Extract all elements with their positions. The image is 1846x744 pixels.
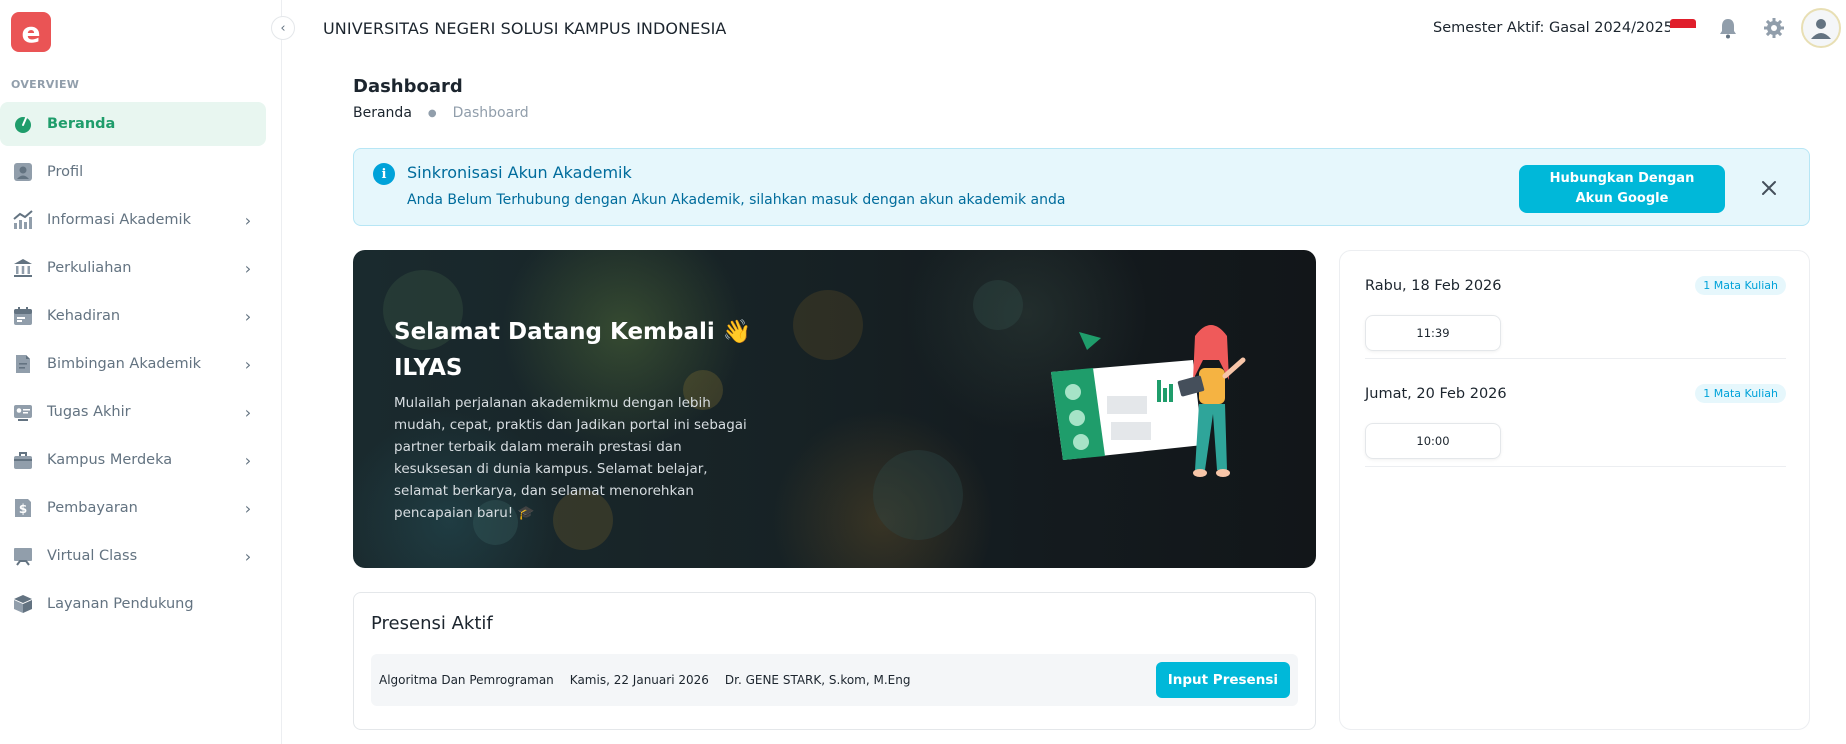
schedule-date: Rabu, 18 Feb 2026	[1365, 278, 1502, 294]
sidebar-item-pembayaran[interactable]: $ Pembayaran ›	[0, 486, 266, 530]
dashboard-icon	[11, 112, 35, 136]
logo-letter: e	[21, 15, 41, 49]
schedule-time: 11:39	[1365, 315, 1501, 351]
board-icon	[11, 544, 35, 568]
sidebar-item-label: Profil	[47, 164, 84, 180]
attendance-row: Algoritma Dan Pemrograman Kamis, 22 Janu…	[371, 654, 1298, 706]
page-title: Dashboard	[353, 76, 463, 97]
sidebar-item-label: Virtual Class	[47, 548, 138, 564]
schedule-item[interactable]: Jumat, 20 Feb 2026 1 Mata Kuliah 10:00	[1365, 359, 1786, 467]
attendance-lecturer: Dr. GENE STARK, S.kom, M.Eng	[724, 673, 911, 687]
sidebar-nav: Beranda Profil Informasi Akademik › Perk…	[0, 102, 266, 630]
user-avatar[interactable]	[1801, 8, 1841, 48]
sidebar-item-informasi-akademik[interactable]: Informasi Akademik ›	[0, 198, 266, 242]
breadcrumb-current: Dashboard	[452, 105, 529, 121]
user-icon	[1811, 19, 1831, 39]
institution-icon	[11, 256, 35, 280]
invoice-icon: $	[11, 496, 35, 520]
sidebar-collapse-button[interactable]: ‹	[271, 16, 295, 40]
sidebar-item-perkuliahan[interactable]: Perkuliahan ›	[0, 246, 266, 290]
university-name: UNIVERSITAS NEGERI SOLUSI KAMPUS INDONES…	[323, 19, 727, 38]
box-icon	[11, 592, 35, 616]
sidebar-item-label: Bimbingan Akademik	[47, 356, 202, 372]
breadcrumb-separator: ●	[427, 107, 437, 119]
alert-title: Sinkronisasi Akun Akademik	[407, 163, 632, 182]
chevron-right-icon: ›	[244, 546, 252, 566]
attendance-date: Kamis, 22 Januari 2026	[569, 673, 709, 687]
chevron-right-icon: ›	[244, 402, 252, 422]
chevron-right-icon: ›	[244, 258, 252, 278]
chevron-left-icon: ‹	[280, 20, 286, 36]
attendance-title: Presensi Aktif	[371, 613, 493, 634]
sidebar-item-label: Pembayaran	[47, 500, 138, 516]
nav-section-label: OVERVIEW	[11, 78, 80, 91]
sidebar-item-label: Kampus Merdeka	[47, 452, 173, 468]
sidebar-item-tugas-akhir[interactable]: Tugas Akhir ›	[0, 390, 266, 434]
calendar-icon	[11, 304, 35, 328]
alert-close-button[interactable]	[1757, 176, 1781, 200]
active-semester: Semester Aktif: Gasal 2024/2025	[1433, 20, 1673, 36]
alert-description: Anda Belum Terhubung dengan Akun Akademi…	[407, 192, 1066, 208]
student-illustration	[1051, 325, 1246, 477]
sidebar-item-layanan-pendukung[interactable]: Layanan Pendukung	[0, 582, 266, 626]
course-count-badge: 1 Mata Kuliah	[1695, 276, 1786, 295]
close-icon	[1762, 181, 1776, 195]
connect-google-button[interactable]: Hubungkan Dengan Akun Google	[1519, 165, 1725, 213]
sidebar-item-bimbingan-akademik[interactable]: Bimbingan Akademik ›	[0, 342, 266, 386]
welcome-banner: Selamat Datang Kembali 👋 ILYAS Mulailah …	[353, 250, 1316, 568]
sidebar-item-kampus-merdeka[interactable]: Kampus Merdeka ›	[0, 438, 266, 482]
chevron-right-icon: ›	[244, 498, 252, 518]
sync-account-alert: i Sinkronisasi Akun Akademik Anda Belum …	[353, 148, 1810, 226]
id-card-icon	[11, 400, 35, 424]
sidebar-item-kehadiran[interactable]: Kehadiran ›	[0, 294, 266, 338]
chevron-right-icon: ›	[244, 210, 252, 230]
sidebar: e OVERVIEW Beranda Profil Informasi Akad…	[0, 0, 282, 744]
user-icon	[11, 160, 35, 184]
indonesia-flag-icon[interactable]	[1670, 19, 1696, 37]
breadcrumb-home-link[interactable]: Beranda	[353, 105, 412, 121]
sidebar-item-beranda[interactable]: Beranda	[0, 102, 266, 146]
welcome-user-name: ILYAS	[394, 355, 463, 381]
schedule-date: Jumat, 20 Feb 2026	[1365, 386, 1507, 402]
sidebar-item-label: Beranda	[47, 116, 116, 132]
document-icon	[11, 352, 35, 376]
course-count-badge: 1 Mata Kuliah	[1695, 384, 1786, 403]
chevron-right-icon: ›	[244, 306, 252, 326]
chevron-right-icon: ›	[244, 354, 252, 374]
schedule-card: Rabu, 18 Feb 2026 1 Mata Kuliah 11:39 Ju…	[1339, 250, 1810, 730]
sidebar-item-profil[interactable]: Profil	[0, 150, 266, 194]
chart-icon	[11, 208, 35, 232]
welcome-greeting: Selamat Datang Kembali 👋	[394, 319, 752, 345]
chevron-right-icon: ›	[244, 450, 252, 470]
sidebar-item-label: Layanan Pendukung	[47, 596, 194, 612]
sidebar-item-label: Tugas Akhir	[47, 404, 131, 420]
info-icon: i	[373, 163, 395, 185]
app-logo[interactable]: e	[11, 12, 51, 52]
sidebar-item-label: Kehadiran	[47, 308, 121, 324]
svg-text:$: $	[19, 502, 27, 516]
sidebar-item-label: Informasi Akademik	[47, 212, 191, 228]
briefcase-icon	[11, 448, 35, 472]
schedule-item[interactable]: Rabu, 18 Feb 2026 1 Mata Kuliah 11:39	[1365, 251, 1786, 359]
sidebar-item-label: Perkuliahan	[47, 260, 132, 276]
welcome-description: Mulailah perjalanan akademikmu dengan le…	[394, 395, 747, 521]
welcome-title: Selamat Datang Kembali 👋 ILYAS	[394, 314, 754, 386]
input-attendance-button[interactable]: Input Presensi	[1155, 662, 1290, 698]
attendance-course: Algoritma Dan Pemrograman	[379, 673, 554, 687]
bell-icon[interactable]	[1716, 16, 1740, 40]
active-attendance-card: Presensi Aktif Algoritma Dan Pemrograman…	[353, 592, 1316, 730]
schedule-time: 10:00	[1365, 423, 1501, 459]
gear-icon[interactable]	[1762, 16, 1786, 40]
breadcrumb: Beranda ● Dashboard	[353, 105, 529, 121]
sidebar-item-virtual-class[interactable]: Virtual Class ›	[0, 534, 266, 578]
